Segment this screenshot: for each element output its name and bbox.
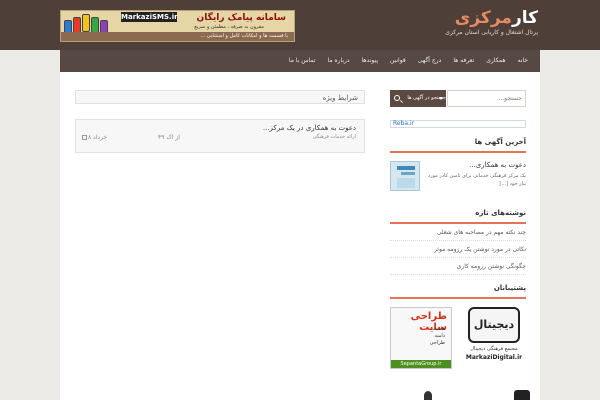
sponsors-title: پشتیبانان xyxy=(390,284,526,299)
calendar-icon xyxy=(82,135,87,140)
banner-title: سامانه پیامک رایگان xyxy=(196,13,286,23)
nav-links[interactable]: پیوندها xyxy=(356,50,384,72)
search-input[interactable] xyxy=(447,90,526,107)
sepanta-services: هاست دامنه طراحی xyxy=(429,326,445,346)
site-header: کارمرکزی پرتال اشتغال و کاریابی استان مر… xyxy=(0,0,600,50)
digital-url: MarkaziDigital.ir xyxy=(465,354,523,361)
nav-cooperation[interactable]: همکاری xyxy=(480,50,511,72)
sidebar: جستجو در آگهی ها Reba.ir آخرین آگهی ها د… xyxy=(390,90,526,372)
post-title[interactable]: دعوت به همکاری در یک مرکز... xyxy=(263,124,356,132)
ad-description: یک مرکز فرهنگی خدماتی برای تامین کادر مو… xyxy=(427,173,526,187)
search-icon xyxy=(394,95,400,101)
nav-home[interactable]: خانه xyxy=(512,50,534,72)
sepanta-url: SepantaGroup.ir xyxy=(391,360,451,368)
recent-post-link[interactable]: نکاتی در مورد نوشتن یک رزومه موثر xyxy=(390,246,526,258)
post-date: ۸ خرداد xyxy=(82,134,107,141)
nav-post-ad[interactable]: درج آگهی xyxy=(412,50,448,72)
page-container: شرایط ویژه دعوت به همکاری در یک مرکز... … xyxy=(60,72,540,400)
ad-title[interactable]: دعوت به همکاری... xyxy=(424,161,526,169)
sponsor-sepanta-group[interactable]: طراحی سایت هاست دامنه طراحی SepantaGroup… xyxy=(390,307,452,369)
nav-tariffs[interactable]: تعرفه ها xyxy=(447,50,480,72)
nav-rules[interactable]: قوانین xyxy=(384,50,412,72)
banner-bottom-text: با قسمت ها و امکانات کامل و استثنایی ... xyxy=(61,32,294,41)
search-button[interactable]: جستجو در آگهی ها xyxy=(390,90,446,107)
post-views: ۴۹ از اک xyxy=(158,134,180,141)
recent-post-link[interactable]: چگونگی نوشتن رزومه کاری xyxy=(390,263,526,275)
recent-posts-title: نوشته‌های تازه xyxy=(390,209,526,224)
nav-about[interactable]: درباره ما xyxy=(322,50,356,72)
digital-name: مجتمع فرهنگی دیجیتال xyxy=(470,346,518,352)
chevron-down-icon xyxy=(439,97,443,100)
nav-contact[interactable]: تماس با ما xyxy=(283,50,322,72)
sms-banner[interactable]: MarkaziSMS.ir سامانه پیامک رایگان مقرون … xyxy=(60,10,295,42)
banner-tagline: مقرون به صرفه ، مطمئن و سریع xyxy=(194,24,264,30)
partial-sponsor-logos xyxy=(404,388,540,400)
special-conditions-box[interactable]: شرایط ویژه xyxy=(75,90,365,104)
ad-thumbnail[interactable] xyxy=(390,161,420,191)
site-logo[interactable]: کارمرکزی پرتال اشتغال و کاریابی استان مر… xyxy=(445,9,538,36)
ad-item[interactable]: دعوت به همکاری... یک مرکز فرهنگی خدماتی … xyxy=(390,161,526,201)
special-conditions-label: شرایط ویژه xyxy=(322,94,358,102)
search-form: جستجو در آگهی ها xyxy=(390,90,526,107)
site-title: کارمرکزی xyxy=(454,8,538,28)
post-item: دعوت به همکاری در یک مرکز... ارائه خدمات… xyxy=(75,119,365,153)
sponsor-markazi-digital[interactable]: دیجیتال مجتمع فرهنگی دیجیتال MarkaziDigi… xyxy=(462,307,526,367)
latest-ads-title: آخرین آگهی ها xyxy=(390,138,526,153)
recent-posts-widget: نوشته‌های تازه چند نکته مهم در مصاحبه ها… xyxy=(390,209,526,275)
main-content: شرایط ویژه دعوت به همکاری در یک مرکز... … xyxy=(75,90,365,153)
reba-link[interactable]: Reba.ir xyxy=(390,120,526,128)
latest-ads-widget: آخرین آگهی ها دعوت به همکاری... یک مرکز … xyxy=(390,138,526,201)
digital-logo: دیجیتال xyxy=(468,307,520,343)
main-nav: خانه همکاری تعرفه ها درج آگهی قوانین پیو… xyxy=(60,50,540,72)
sponsors-widget: پشتیبانان دیجیتال مجتمع فرهنگی دیجیتال M… xyxy=(390,284,526,372)
site-subtitle: پرتال اشتغال و کاریابی استان مرکزی xyxy=(445,29,538,36)
post-category[interactable]: ارائه خدمات فرهنگی xyxy=(313,134,356,140)
recent-post-link[interactable]: چند نکته مهم در مصاحبه های شغلی xyxy=(390,229,526,241)
banner-site-name: MarkaziSMS.ir xyxy=(121,12,178,22)
